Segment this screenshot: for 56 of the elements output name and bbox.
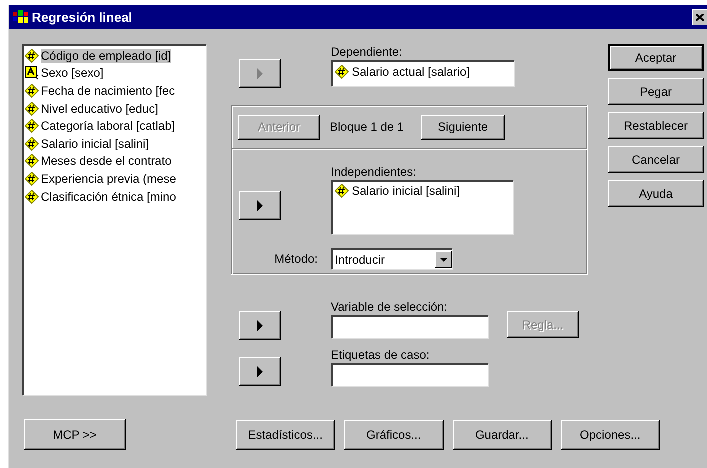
dialog-button[interactable]: Aceptar (608, 44, 704, 71)
list-item[interactable]: Sexo [sexo] (24, 64, 206, 82)
triangle-icon (256, 318, 264, 332)
app-icon (13, 10, 29, 24)
dialog-button[interactable]: Ayuda (608, 180, 704, 207)
diamond-icon (25, 119, 39, 134)
square-icon (25, 66, 39, 80)
dialog-button[interactable]: Pegar (608, 78, 704, 105)
variable-list[interactable] (22, 44, 207, 396)
list-item[interactable]: Salario inicial [salini] (352, 184, 460, 198)
block-caption: Bloque 1 de 1 (330, 120, 404, 134)
list-item[interactable]: Salario actual [salario] (352, 65, 470, 79)
triangle-icon (256, 66, 264, 80)
list-box[interactable]: Salario inicial [salini] (331, 180, 514, 235)
window-title: Regresión lineal (32, 10, 134, 24)
input-field[interactable] (331, 315, 489, 339)
arrow-button[interactable] (239, 357, 281, 386)
field-label: Independientes: (331, 164, 418, 180)
list-item[interactable]: Fecha de nacimiento [fec (24, 82, 206, 100)
dialog-button[interactable]: Estadísticos... (236, 420, 336, 450)
triangle-icon (256, 364, 264, 378)
mcp-button[interactable]: MCP >> (24, 419, 126, 450)
list-item[interactable]: Experiencia previa (mese (24, 170, 206, 188)
field-label: Variable de selección: (331, 299, 449, 315)
dialog-button[interactable]: Cancelar (608, 146, 704, 173)
arrow-button[interactable] (239, 191, 281, 220)
diamond-icon (25, 102, 39, 116)
input-field[interactable]: Salario actual [salario] (331, 60, 515, 87)
list-item[interactable]: Meses desde el contrato (24, 152, 206, 170)
dialog-button[interactable]: Gráficos... (344, 420, 444, 450)
diamond-icon (25, 48, 39, 63)
field-label: Etiquetas de caso: (331, 347, 431, 363)
triangle-icon (256, 198, 264, 212)
arrow-button[interactable] (239, 311, 281, 340)
field-label: Método: (274, 252, 318, 266)
diamond-icon (335, 184, 349, 198)
caret-icon (440, 258, 448, 262)
diamond-icon (25, 136, 39, 151)
diamond-icon (25, 84, 39, 98)
diamond-icon (335, 65, 349, 79)
list-item[interactable]: Clasificación étnica [mino (24, 188, 206, 206)
list-item[interactable]: Categoría laboral [catlab] (24, 117, 206, 135)
diamond-icon (25, 190, 39, 204)
diamond-icon (25, 172, 39, 186)
dialog-button[interactable]: Restablecer (608, 112, 704, 139)
input-field[interactable] (331, 363, 489, 387)
dialog-button[interactable]: Opciones... (560, 420, 660, 450)
close-icon (696, 14, 704, 21)
method-dropdown[interactable]: Introducir (331, 248, 453, 270)
field-label: Dependiente: (331, 44, 404, 60)
list-item[interactable]: Salario inicial [salini] (24, 134, 206, 153)
close-button[interactable] (692, 9, 707, 25)
dialog-button[interactable]: Guardar... (452, 420, 552, 450)
diamond-icon (25, 154, 39, 168)
next-button[interactable]: Siguiente (421, 114, 506, 140)
list-item[interactable]: Nivel educativo [educ] (24, 100, 206, 118)
